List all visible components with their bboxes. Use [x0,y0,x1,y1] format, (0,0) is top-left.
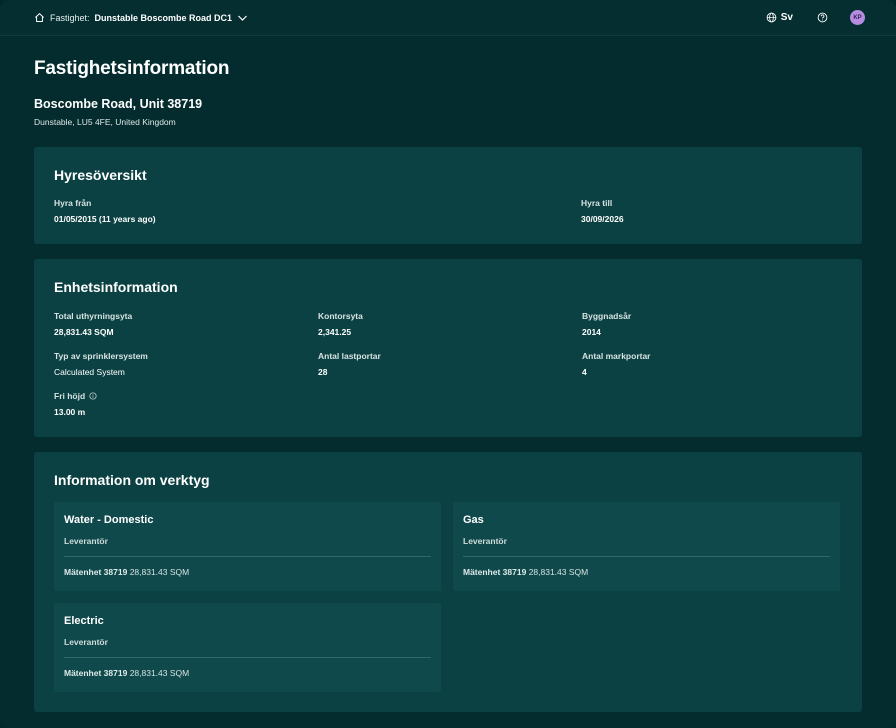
lease-from-value: 01/05/2015 (11 years ago) [54,214,156,224]
unit-info-card: Enhetsinformation Total uthyrningsyta 28… [34,259,862,437]
lease-overview-title: Hyresöversikt [54,167,147,183]
top-bar-actions: Sv KP [766,10,865,25]
field-sprinkler-type: Typ av sprinklersystem Calculated System [54,351,318,377]
utility-meter-value: 28,831.43 SQM [129,567,190,577]
main-content: Fastighetsinformation Boscombe Road, Uni… [0,58,896,712]
property-selector[interactable]: Fastighet: Dunstable Boscombe Road DC1 [34,12,248,23]
field-value: 13.00 m [54,407,86,417]
divider [463,556,830,557]
lease-overview-card: Hyresöversikt Hyra från 01/05/2015 (11 y… [34,147,862,244]
property-name: Boscombe Road, Unit 38719 [34,97,203,111]
utility-name: Electric [64,615,104,627]
help-icon [817,12,828,23]
field-label: Kontorsyta [318,311,363,321]
utility-meter-label: Mätenhet 38719 [64,668,128,678]
field-office-area: Kontorsyta 2,341.25 [318,311,582,337]
utility-meter: Mätenhet 38719 28,831.43 SQM [463,567,830,577]
lease-from-field: Hyra från 01/05/2015 (11 years ago) [54,198,581,224]
field-value: Calculated System [54,367,125,377]
utility-meter-value: 28,831.43 SQM [129,668,190,678]
field-value: 4 [582,367,587,377]
unit-fields: Total uthyrningsyta 28,831.43 SQM Kontor… [54,311,842,417]
field-total-area: Total uthyrningsyta 28,831.43 SQM [54,311,318,337]
field-ground-doors: Antal markportar 4 [582,351,842,377]
field-label: Antal lastportar [318,351,381,361]
utilities-grid: Water - Domestic Leverantör Mätenhet 387… [54,502,842,692]
field-value: 28,831.43 SQM [54,327,114,337]
lease-to-label: Hyra till [581,198,613,208]
property-selector-label: Fastighet: [50,12,90,23]
lease-to-field: Hyra till 30/09/2026 [581,198,842,224]
unit-info-title: Enhetsinformation [54,279,178,295]
utility-card-electric: Electric Leverantör Mätenhet 38719 28,83… [54,603,441,692]
field-label: Antal markportar [582,351,651,361]
lease-fields: Hyra från 01/05/2015 (11 years ago) Hyra… [54,198,842,224]
language-switcher[interactable]: Sv [766,12,793,23]
utility-meter: Mätenhet 38719 28,831.43 SQM [64,668,431,678]
utility-name: Water - Domestic [64,514,154,526]
utility-supplier-label: Leverantör [64,637,108,647]
home-icon [34,12,45,23]
divider [64,657,431,658]
field-label-with-info: Fri höjd [54,391,318,401]
user-avatar[interactable]: KP [850,10,865,25]
field-label: Typ av sprinklersystem [54,351,148,361]
utility-supplier-label: Leverantör [463,536,507,546]
chevron-down-icon[interactable] [237,14,248,22]
info-icon[interactable] [89,392,97,400]
utility-meter-label: Mätenhet 38719 [463,567,527,577]
lease-from-label: Hyra från [54,198,92,208]
globe-icon [766,12,777,23]
lease-to-value: 30/09/2026 [581,214,624,224]
field-clear-height: Fri höjd 13.00 m [54,391,318,417]
utility-name: Gas [463,514,484,526]
field-label: Byggnadsår [582,311,632,321]
field-value: 28 [318,367,328,377]
utility-card-water: Water - Domestic Leverantör Mätenhet 387… [54,502,441,591]
utility-meter-value: 28,831.43 SQM [528,567,589,577]
property-selector-value: Dunstable Boscombe Road DC1 [94,12,233,23]
language-label: Sv [780,12,793,23]
utility-meter-label: Mätenhet 38719 [64,567,128,577]
utilities-title: Information om verktyg [54,472,210,488]
page-title: Fastighetsinformation [34,58,230,79]
top-bar: Fastighet: Dunstable Boscombe Road DC1 S… [0,0,896,36]
utility-card-gas: Gas Leverantör Mätenhet 38719 28,831.43 … [453,502,840,591]
field-value: 2,341.25 [318,327,352,337]
app-window: Fastighet: Dunstable Boscombe Road DC1 S… [0,0,896,728]
field-value: 2014 [582,327,601,337]
divider [64,556,431,557]
utility-meter: Mätenhet 38719 28,831.43 SQM [64,567,431,577]
utility-supplier-label: Leverantör [64,536,108,546]
field-build-year: Byggnadsår 2014 [582,311,842,337]
help-button[interactable] [817,12,828,23]
field-label: Total uthyrningsyta [54,311,133,321]
field-label: Fri höjd [54,391,86,401]
field-loading-doors: Antal lastportar 28 [318,351,582,377]
property-address: Dunstable, LU5 4FE, United Kingdom [34,117,176,127]
utilities-card: Information om verktyg Water - Domestic … [34,452,862,712]
